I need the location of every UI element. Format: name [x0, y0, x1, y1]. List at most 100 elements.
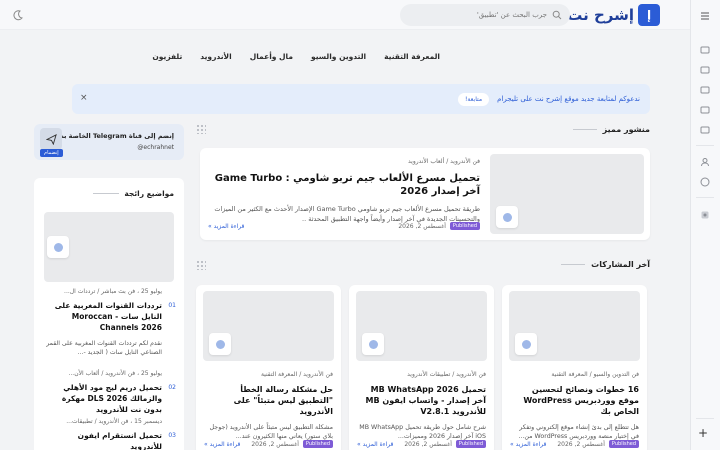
follow-button[interactable]: متابعة! — [458, 92, 490, 106]
site-logo[interactable]: إ إشرح نت — [567, 4, 660, 26]
published-badge: Published — [449, 222, 480, 230]
main-nav: المعرفة التقنية التدوين والسيو مال وأعما… — [152, 52, 440, 61]
post-category[interactable]: فن الأندرويد / تطبيقات الأندرويد — [357, 371, 486, 378]
folder-icon[interactable] — [699, 64, 711, 76]
published-badge: Published — [302, 440, 333, 448]
post-thumbnail[interactable] — [203, 291, 334, 361]
nav-item-tech[interactable]: المعرفة التقنية — [384, 52, 440, 61]
post-card[interactable]: فن الأندرويد / تطبيقات الأندرويد تحميل M… — [349, 285, 494, 450]
post-thumbnail[interactable] — [509, 291, 640, 361]
post-title[interactable]: تحميل MB WhatsApp 2026 آخر إصدار - واتسا… — [357, 384, 486, 418]
featured-title-text: منشور مميز — [602, 125, 650, 134]
image-icon — [47, 236, 69, 258]
post-date: أغسطس 2, 2026 — [404, 440, 452, 448]
trending-meta: ديسمبر 15 ، فن الأندرويد / تطبيقات... — [66, 418, 162, 425]
telegram-handle: echrahnet@ — [137, 144, 174, 151]
read-more-link[interactable]: قراءة المزيد » — [510, 441, 546, 448]
post-date: أغسطس 2, 2026 — [251, 440, 299, 448]
nav-item-tv[interactable]: تلفزيون — [152, 52, 182, 61]
top-header: إ إشرح نت — [0, 0, 690, 30]
featured-thumbnail[interactable] — [490, 154, 644, 234]
read-more-link[interactable]: قراءة المزيد » — [204, 441, 240, 448]
trending-item-title[interactable]: تحميل انستقرام ايفون للأندرويد — [44, 431, 162, 450]
nav-item-android[interactable]: الأندرويد — [200, 52, 231, 61]
image-icon — [496, 206, 518, 228]
nav-item-business[interactable]: مال وأعمال — [250, 52, 293, 61]
folder-icon[interactable] — [699, 44, 711, 56]
post-title[interactable]: 16 خطوات ونصائح لتحسين موقع ووردبريس Wor… — [510, 384, 639, 418]
logo-text: إشرح نت — [567, 6, 634, 24]
published-badge: Published — [455, 440, 486, 448]
post-meta: Published أغسطس 2, 2026 قراءة المزيد » — [204, 440, 333, 448]
post-card[interactable]: فن الأندرويد / المعرفة التقنية حل مشكلة … — [196, 285, 341, 450]
trending-item[interactable]: 01 يوليو 25 ، فن بث مباشر / ترددات ال...… — [44, 288, 176, 357]
trending-number: 02 — [168, 384, 176, 391]
title-line — [572, 129, 597, 130]
trending-item-title[interactable]: ترددات القنوات المغربية على النايل سات -… — [44, 301, 162, 334]
featured-section-title: منشور مميز — [572, 125, 650, 134]
post-category[interactable]: فن الأندرويد / المعرفة التقنية — [204, 371, 333, 378]
search-input[interactable] — [408, 11, 547, 19]
post-title[interactable]: حل مشكلة رسالة الخطأ "التطبيق ليس متبئاً… — [204, 384, 333, 418]
post-date: أغسطس 2, 2026 — [557, 440, 605, 448]
post-body: فن الأندرويد / المعرفة التقنية حل مشكلة … — [204, 371, 333, 441]
post-category[interactable]: فن التدوين والسيو / المعرفة التقنية — [510, 371, 639, 378]
dots-decoration — [196, 124, 206, 134]
rail-divider — [696, 145, 714, 146]
folder-icon[interactable] — [699, 104, 711, 116]
image-icon — [515, 333, 537, 355]
trending-title: مواضيع رائجة — [93, 189, 174, 198]
telegram-widget[interactable]: إنضم إلى قناة Telegram الخاصة بنا echrah… — [34, 124, 184, 160]
trending-item-desc: نقدم لكم ترددات القنوات المغربية على الق… — [46, 339, 162, 356]
post-meta: Published أغسطس 2, 2026 قراءة المزيد » — [510, 440, 639, 448]
featured-title[interactable]: تحميل مسرع الألعاب جيم تربو شاومي : Game… — [208, 172, 480, 198]
join-button[interactable]: إنضمام — [40, 149, 63, 157]
post-desc: شرح شامل حول طريقة تحميل MB WhatsApp iOS… — [359, 423, 486, 440]
trending-meta: يوليو 25 ، فن بث مباشر / ترددات ال... — [64, 288, 162, 295]
image-icon — [362, 333, 384, 355]
folder-icon[interactable] — [699, 84, 711, 96]
trending-widget: مواضيع رائجة 01 يوليو 25 ، فن بث مباشر /… — [34, 178, 184, 450]
close-icon[interactable]: × — [80, 93, 88, 103]
post-desc: هل تتطلع إلى بدئ إنشاء موقع إلكتروني وتف… — [518, 423, 639, 440]
telegram-title: إنضم إلى قناة Telegram الخاصة بنا — [58, 132, 174, 140]
smile-icon[interactable] — [699, 176, 711, 188]
trending-meta: يوليو 25 ، فن الأندرويد / ألعاب الأن... — [68, 370, 162, 377]
read-more-link[interactable]: قراءة المزيد » — [357, 441, 393, 448]
trending-item[interactable]: 03 ديسمبر 15 ، فن الأندرويد / تطبيقات...… — [44, 418, 176, 450]
trending-item-title[interactable]: تحميل دريم ليج مود الأهلي والزمالك DLS 2… — [44, 383, 162, 416]
folder-icon[interactable] — [699, 124, 711, 136]
featured-meta: Published أغسطس 2, 2026 قراءة المزيد » — [208, 222, 480, 230]
logo-mark: إ — [638, 4, 660, 26]
trending-thumbnail[interactable] — [44, 212, 174, 282]
rail-divider — [696, 197, 714, 198]
search-box[interactable] — [400, 4, 570, 26]
search-icon — [552, 10, 562, 20]
trending-item[interactable]: 02 يوليو 25 ، فن الأندرويد / ألعاب الأن.… — [44, 370, 176, 416]
theme-toggle-icon[interactable] — [12, 9, 24, 21]
rail-divider — [696, 418, 714, 419]
post-thumbnail[interactable] — [356, 291, 487, 361]
post-body: فن الأندرويد / تطبيقات الأندرويد تحميل M… — [357, 371, 486, 441]
side-rail — [690, 0, 720, 450]
trending-number: 03 — [168, 432, 176, 439]
read-more-link[interactable]: قراءة المزيد » — [208, 223, 244, 230]
send-icon — [40, 128, 62, 150]
users-icon[interactable] — [699, 156, 711, 168]
post-meta: Published أغسطس 2, 2026 قراءة المزيد » — [357, 440, 486, 448]
featured-category[interactable]: فن الأندرويد / ألعاب الأندرويد — [208, 158, 480, 165]
add-icon[interactable]: + — [696, 426, 710, 440]
latest-section-title: آخر المشاركات — [561, 260, 650, 269]
record-icon[interactable] — [699, 209, 711, 221]
notice-text: ندعوكم لمتابعة جديد موقع إشرح نت على تلي… — [497, 95, 640, 103]
nav-item-blogging[interactable]: التدوين والسيو — [311, 52, 366, 61]
featured-body: فن الأندرويد / ألعاب الأندرويد تحميل مسر… — [208, 158, 480, 224]
latest-title-text: آخر المشاركات — [591, 260, 650, 269]
menu-icon[interactable] — [699, 10, 711, 22]
post-card[interactable]: فن التدوين والسيو / المعرفة التقنية 16 خ… — [502, 285, 647, 450]
title-line — [93, 193, 120, 194]
post-desc: مشكلة التطبيق ليس متبئاً على الأندرويد (… — [209, 423, 333, 440]
post-body: فن التدوين والسيو / المعرفة التقنية 16 خ… — [510, 371, 639, 441]
featured-post[interactable]: فن الأندرويد / ألعاب الأندرويد تحميل مسر… — [200, 148, 650, 240]
dots-decoration — [196, 260, 206, 270]
